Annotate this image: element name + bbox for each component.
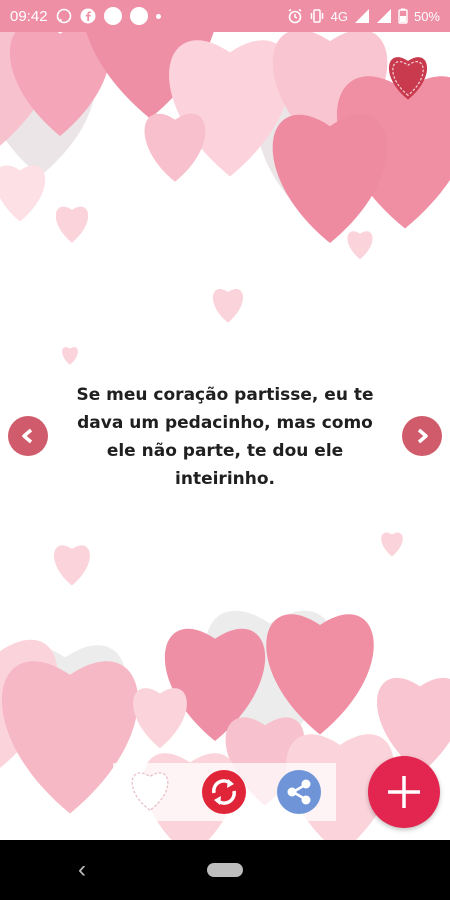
facebook-icon <box>80 8 96 24</box>
chevron-right-icon <box>417 428 428 444</box>
status-left: 09:42 <box>0 7 161 25</box>
chevron-left-icon <box>22 428 33 444</box>
more-notifications-icon <box>155 13 161 19</box>
notification-dot-icon <box>129 7 148 25</box>
action-toolbar <box>113 763 336 821</box>
previous-quote-button[interactable] <box>8 416 48 456</box>
quote-text: Se meu coração partisse, eu te dava um p… <box>76 385 374 489</box>
next-quote-button[interactable] <box>402 416 442 456</box>
notification-dot-icon <box>103 7 122 25</box>
status-time: 09:42 <box>10 7 48 25</box>
favorite-button[interactable] <box>127 769 173 815</box>
signal-icon <box>376 9 391 23</box>
refresh-button[interactable] <box>201 769 247 815</box>
alarm-icon <box>288 8 302 24</box>
network-type: 4G <box>330 8 348 24</box>
add-button[interactable] <box>368 756 440 828</box>
plus-icon <box>388 776 420 808</box>
vibrate-icon <box>310 9 323 23</box>
status-right: 4G 50% <box>287 0 440 32</box>
favorites-heart-icon[interactable] <box>382 55 434 103</box>
battery-percent: 50% <box>413 8 440 24</box>
heart-outline-icon <box>131 772 169 812</box>
home-pill-icon[interactable] <box>207 863 243 877</box>
signal-icon <box>354 9 369 23</box>
battery-icon <box>398 8 408 24</box>
refresh-icon <box>202 770 247 814</box>
share-button[interactable] <box>276 769 322 815</box>
system-navigation-bar: ‹ <box>0 840 450 900</box>
status-bar: 09:42 4G 50% <box>0 0 450 32</box>
back-icon[interactable]: ‹ <box>78 856 86 884</box>
share-icon <box>276 770 321 814</box>
whatsapp-icon <box>56 8 71 24</box>
